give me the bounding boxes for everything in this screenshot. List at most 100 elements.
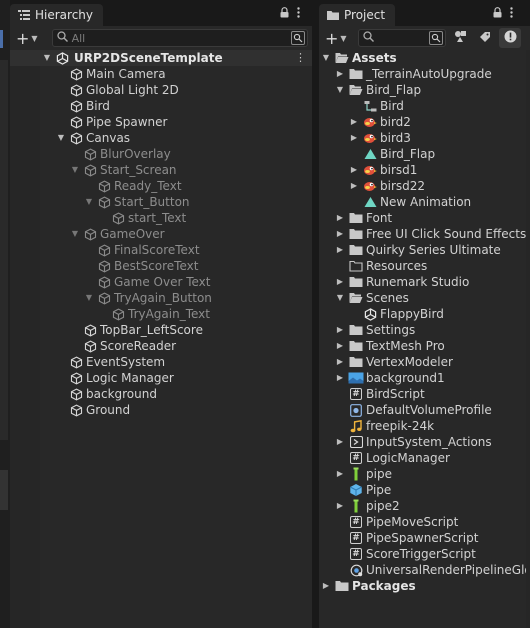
create-button[interactable]: + ▼ — [14, 29, 46, 48]
expand-arrow-icon[interactable]: ▶ — [335, 210, 345, 226]
hierarchy-item[interactable]: background — [10, 386, 312, 402]
expand-arrow-icon[interactable]: ▶ — [321, 578, 331, 594]
project-item[interactable]: ▶ bird2 — [319, 114, 530, 130]
expand-arrow-icon[interactable]: ▼ — [56, 130, 66, 146]
hierarchy-item[interactable]: BlurOverlay — [10, 146, 312, 162]
project-item[interactable]: FlappyBird — [319, 306, 530, 322]
hierarchy-item[interactable]: ▼ TryAgain_Button — [10, 290, 312, 306]
expand-arrow-icon[interactable]: ▶ — [335, 338, 345, 354]
project-item[interactable]: ▶ Runemark Studio — [319, 274, 530, 290]
expand-arrow-icon[interactable]: ▼ — [335, 82, 345, 98]
hierarchy-item[interactable]: Logic Manager — [10, 370, 312, 386]
expand-arrow-icon[interactable]: ▼ — [321, 50, 331, 66]
kebab-menu-icon[interactable] — [510, 7, 513, 21]
project-item[interactable]: ▶ pipe — [319, 466, 530, 482]
project-item[interactable]: freepik-24k — [319, 418, 530, 434]
hierarchy-item[interactable]: TopBar_LeftScore — [10, 322, 312, 338]
search-by-label-button[interactable] — [474, 28, 496, 48]
project-item[interactable]: # LogicManager — [319, 450, 530, 466]
hierarchy-item[interactable]: Bird — [10, 98, 312, 114]
project-item[interactable]: ▶ Packages — [319, 578, 530, 594]
project-item[interactable]: Pipe — [319, 482, 530, 498]
expand-arrow-icon[interactable]: ▼ — [84, 290, 94, 306]
project-item[interactable]: # PipeSpawnerScript — [319, 530, 530, 546]
project-item[interactable]: ▼ Assets — [319, 50, 530, 66]
expand-arrow-icon[interactable]: ▶ — [335, 354, 345, 370]
kebab-menu-icon[interactable] — [297, 7, 300, 21]
hierarchy-item[interactable]: Pipe Spawner — [10, 114, 312, 130]
project-item[interactable]: ▼ Bird_Flap — [319, 82, 530, 98]
search-by-type-icon[interactable] — [291, 31, 305, 45]
hierarchy-item[interactable]: start_Text — [10, 210, 312, 226]
project-item[interactable]: ▶ bird3 — [319, 130, 530, 146]
expand-arrow-icon[interactable]: ▶ — [335, 66, 345, 82]
project-item[interactable]: New Animation — [319, 194, 530, 210]
expand-arrow-icon[interactable]: ▼ — [70, 162, 80, 178]
project-item[interactable]: # PipeMoveScript — [319, 514, 530, 530]
project-item[interactable]: ▶ Free UI Click Sound Effects P — [319, 226, 530, 242]
lock-icon[interactable] — [280, 7, 289, 21]
project-search-field[interactable] — [358, 29, 446, 47]
project-item[interactable]: # ScoreTriggerScript — [319, 546, 530, 562]
project-item[interactable]: ▶ _TerrainAutoUpgrade — [319, 66, 530, 82]
hierarchy-item[interactable]: ▼ Canvas — [10, 130, 312, 146]
project-item[interactable]: ▶ birsd1 — [319, 162, 530, 178]
project-item[interactable]: ▶ VertexModeler — [319, 354, 530, 370]
expand-arrow-icon[interactable]: ▶ — [335, 466, 345, 482]
hierarchy-item[interactable]: BestScoreText — [10, 258, 312, 274]
expand-arrow-icon[interactable]: ▼ — [42, 50, 52, 66]
lock-icon[interactable] — [493, 7, 502, 21]
create-asset-button[interactable]: + ▼ — [323, 29, 355, 48]
expand-arrow-icon[interactable]: ▼ — [335, 290, 345, 306]
project-item[interactable]: UniversalRenderPipelineGlob — [319, 562, 530, 578]
project-item[interactable]: ▶ pipe2 — [319, 498, 530, 514]
hierarchy-item[interactable]: FinalScoreText — [10, 242, 312, 258]
search-by-type-icon[interactable] — [429, 31, 443, 45]
expand-arrow-icon[interactable]: ▼ — [70, 226, 80, 242]
console-errors-button[interactable] — [499, 28, 521, 48]
project-item[interactable]: # BirdScript — [319, 386, 530, 402]
expand-arrow-icon[interactable]: ▶ — [349, 178, 359, 194]
hierarchy-item[interactable]: Global Light 2D — [10, 82, 312, 98]
project-item[interactable]: Resources — [319, 258, 530, 274]
hierarchy-item[interactable]: Game Over Text — [10, 274, 312, 290]
hierarchy-item[interactable]: Ready_Text — [10, 178, 312, 194]
project-scrollbar[interactable] — [526, 50, 530, 628]
hierarchy-item[interactable]: ▼ GameOver — [10, 226, 312, 242]
expand-arrow-icon[interactable]: ▶ — [335, 370, 345, 386]
tab-project[interactable]: Project — [319, 4, 396, 26]
project-item[interactable]: ▶ Settings — [319, 322, 530, 338]
expand-arrow-icon[interactable]: ▶ — [335, 498, 345, 514]
hierarchy-item[interactable]: Main Camera — [10, 66, 312, 82]
expand-arrow-icon[interactable]: ▶ — [335, 242, 345, 258]
hierarchy-item[interactable]: ▼ Start_Button — [10, 194, 312, 210]
hierarchy-item[interactable]: Ground — [10, 402, 312, 418]
search-by-type-button[interactable] — [449, 28, 471, 48]
scene-kebab-menu-icon[interactable]: ⋮ — [295, 50, 306, 66]
expand-arrow-icon[interactable]: ▶ — [335, 434, 345, 450]
project-item[interactable]: ▶ birsd22 — [319, 178, 530, 194]
project-item[interactable]: DefaultVolumeProfile — [319, 402, 530, 418]
hierarchy-item[interactable]: TryAgain_Text — [10, 306, 312, 322]
expand-arrow-icon[interactable]: ▶ — [335, 274, 345, 290]
project-item[interactable]: ▶ background1 — [319, 370, 530, 386]
project-item[interactable]: ▶ TextMesh Pro — [319, 338, 530, 354]
project-item[interactable]: Bird_Flap — [319, 146, 530, 162]
expand-arrow-icon[interactable]: ▶ — [335, 226, 345, 242]
expand-arrow-icon[interactable]: ▶ — [349, 162, 359, 178]
project-item[interactable]: Bird — [319, 98, 530, 114]
hierarchy-search-field[interactable]: All — [51, 29, 308, 47]
hierarchy-item[interactable]: ScoreReader — [10, 338, 312, 354]
scene-header-row[interactable]: ▼ URP2DSceneTemplate ⋮ — [10, 50, 312, 66]
expand-arrow-icon[interactable]: ▼ — [84, 194, 94, 210]
expand-arrow-icon[interactable]: ▶ — [349, 130, 359, 146]
expand-arrow-icon[interactable]: ▶ — [335, 322, 345, 338]
expand-arrow-icon[interactable]: ▶ — [349, 114, 359, 130]
project-item[interactable]: ▶ Font — [319, 210, 530, 226]
hierarchy-item[interactable]: EventSystem — [10, 354, 312, 370]
project-item[interactable]: ▼ Scenes — [319, 290, 530, 306]
project-item[interactable]: ▶ Quirky Series Ultimate — [319, 242, 530, 258]
tab-hierarchy[interactable]: Hierarchy — [10, 4, 104, 26]
hierarchy-item[interactable]: ▼ Start_Screan — [10, 162, 312, 178]
project-item[interactable]: ▶ InputSystem_Actions — [319, 434, 530, 450]
